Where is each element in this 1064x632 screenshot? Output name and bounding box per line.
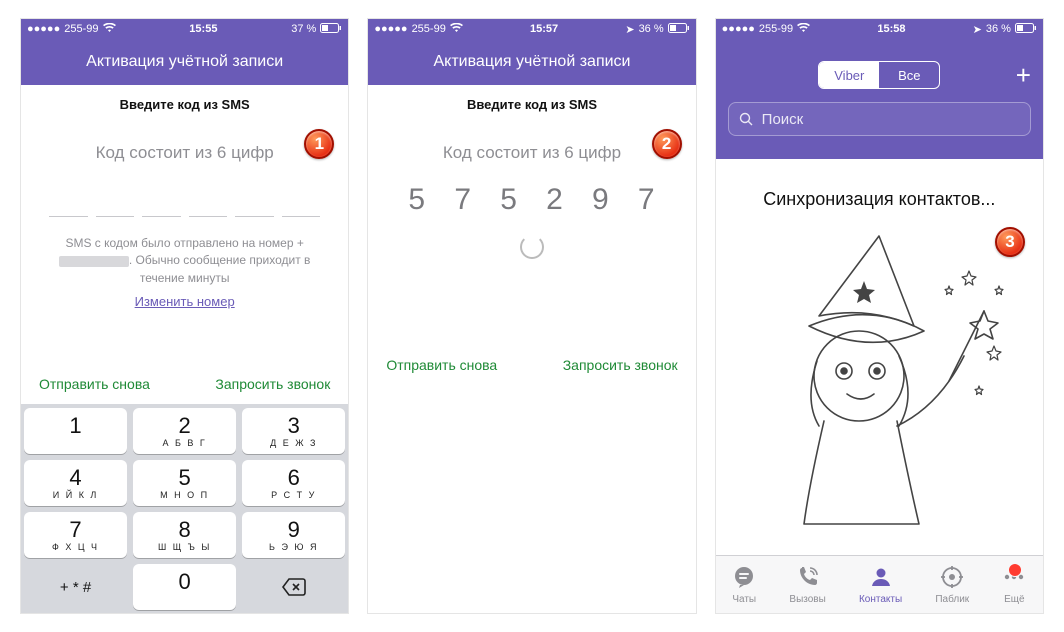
sms-note: SMS с кодом было отправлено на номер +xx…	[49, 235, 320, 312]
code-digit: 5	[488, 183, 530, 217]
status-bar: ●●●●● 255-99 15:55 37 %	[21, 19, 348, 39]
loading-spinner-icon	[520, 235, 544, 259]
wifi-icon	[450, 23, 463, 36]
tab-label: Паблик	[935, 594, 969, 605]
screen-1-activation-empty: ●●●●● 255-99 15:55 37 % Активация учётно…	[20, 18, 349, 614]
resend-button[interactable]: Отправить снова	[386, 357, 497, 373]
signal-icon: ●●●●●	[374, 23, 407, 35]
keypad-key-7[interactable]: 7Ф Х Ц Ч	[24, 512, 127, 558]
contacts-header: Viber Все + Поиск	[716, 39, 1043, 159]
code-hint: Код состоит из 6 цифр	[396, 143, 667, 163]
keypad-key-3[interactable]: 3Д Е Ж З	[242, 408, 345, 454]
tab-icon	[732, 565, 756, 592]
redacted-number: xxxx	[59, 256, 129, 267]
search-icon	[739, 112, 754, 127]
wifi-icon	[797, 23, 810, 36]
battery-icon	[320, 23, 342, 36]
keypad-key-9[interactable]: 9Ь Э Ю Я	[242, 512, 345, 558]
code-digit: 2	[534, 183, 576, 217]
tab-icon	[796, 565, 820, 592]
nav-title: Активация учётной записи	[21, 39, 348, 85]
wifi-icon	[103, 23, 116, 36]
code-digit	[49, 183, 88, 217]
request-call-button[interactable]: Запросить звонок	[563, 357, 678, 373]
request-call-button[interactable]: Запросить звонок	[215, 376, 330, 392]
sms-prompt: Введите код из SMS	[368, 85, 695, 123]
filter-segmented[interactable]: Viber Все	[818, 61, 940, 89]
code-hint: Код состоит из 6 цифр	[49, 143, 320, 163]
tab-more[interactable]: Ещё	[1002, 565, 1026, 605]
clock-label: 15:55	[189, 23, 217, 35]
carrier-label: 255-99	[64, 23, 98, 35]
keypad-symbols[interactable]: + * #	[24, 564, 127, 610]
segment-all[interactable]: Все	[879, 62, 939, 88]
clock-label: 15:58	[877, 23, 905, 35]
tab-icon	[940, 565, 964, 592]
signal-icon: ●●●●●	[27, 23, 60, 35]
search-placeholder: Поиск	[762, 111, 804, 128]
sms-prompt: Введите код из SMS	[21, 85, 348, 123]
code-digit: 7	[442, 183, 484, 217]
battery-icon	[1015, 23, 1037, 36]
code-input[interactable]: 5 7 5 2 9 7	[396, 183, 667, 217]
screen-2-activation-filled: ●●●●● 255-99 15:57 ➤ 36 % Активация учёт…	[367, 18, 696, 614]
add-contact-button[interactable]: +	[1003, 60, 1031, 91]
keypad-key-2[interactable]: 2А Б В Г	[133, 408, 236, 454]
step-2-badge: 2	[652, 129, 682, 159]
code-digit	[96, 183, 135, 217]
tab-contacts[interactable]: Контакты	[859, 565, 902, 605]
tab-public[interactable]: Паблик	[935, 565, 969, 605]
carrier-label: 255-99	[412, 23, 446, 35]
battery-label: 37 %	[291, 23, 316, 35]
battery-label: 36 %	[639, 23, 664, 35]
tab-label: Контакты	[859, 594, 902, 605]
keypad-key-0[interactable]: 0	[133, 564, 236, 610]
keypad-key-1[interactable]: 1	[24, 408, 127, 454]
nav-title: Активация учётной записи	[368, 39, 695, 85]
backspace-icon	[281, 577, 307, 597]
code-input[interactable]	[49, 183, 320, 217]
tab-calls[interactable]: Вызовы	[789, 565, 825, 605]
segment-viber[interactable]: Viber	[819, 62, 879, 88]
keypad-delete[interactable]	[242, 564, 345, 610]
signal-icon: ●●●●●	[722, 23, 755, 35]
tab-label: Вызовы	[789, 594, 825, 605]
code-digit: 7	[626, 183, 668, 217]
step-3-badge: 3	[995, 227, 1025, 257]
keypad-key-6[interactable]: 6Р С Т У	[242, 460, 345, 506]
sync-status: Синхронизация контактов...	[763, 189, 995, 210]
tab-icon	[869, 565, 893, 592]
code-digit	[235, 183, 274, 217]
tab-label: Ещё	[1004, 594, 1024, 605]
bottom-actions: Отправить снова Запросить звонок	[21, 376, 348, 392]
screen-3-contacts-sync: ●●●●● 255-99 15:58 ➤ 36 % Viber Все + П	[715, 18, 1044, 614]
code-digit: 9	[580, 183, 622, 217]
change-number-link[interactable]: Изменить номер	[135, 293, 235, 312]
location-icon: ➤	[973, 23, 982, 36]
resend-button[interactable]: Отправить снова	[39, 376, 150, 392]
status-bar: ●●●●● 255-99 15:57 ➤ 36 %	[368, 19, 695, 39]
code-digit	[142, 183, 181, 217]
carrier-label: 255-99	[759, 23, 793, 35]
bottom-actions: Отправить снова Запросить звонок	[368, 357, 695, 373]
numeric-keypad: 1 2А Б В Г3Д Е Ж З 4И Й К Л5М Н О П6Р С Т…	[21, 404, 348, 613]
battery-label: 36 %	[986, 23, 1011, 35]
code-digit: 5	[396, 183, 438, 217]
tab-bar: Чаты Вызовы Контакты Паблик Ещё	[716, 555, 1043, 613]
code-digit	[282, 183, 321, 217]
status-bar: ●●●●● 255-99 15:58 ➤ 36 %	[716, 19, 1043, 39]
wizard-illustration	[749, 226, 1009, 526]
tab-label: Чаты	[732, 594, 756, 605]
keypad-key-8[interactable]: 8Ш Щ Ъ Ы	[133, 512, 236, 558]
location-icon: ➤	[625, 23, 634, 36]
battery-icon	[668, 23, 690, 36]
clock-label: 15:57	[530, 23, 558, 35]
keypad-key-5[interactable]: 5М Н О П	[133, 460, 236, 506]
search-input[interactable]: Поиск	[728, 102, 1031, 136]
keypad-key-4[interactable]: 4И Й К Л	[24, 460, 127, 506]
code-digit	[189, 183, 228, 217]
tab-chats[interactable]: Чаты	[732, 565, 756, 605]
notification-badge	[1008, 563, 1022, 577]
